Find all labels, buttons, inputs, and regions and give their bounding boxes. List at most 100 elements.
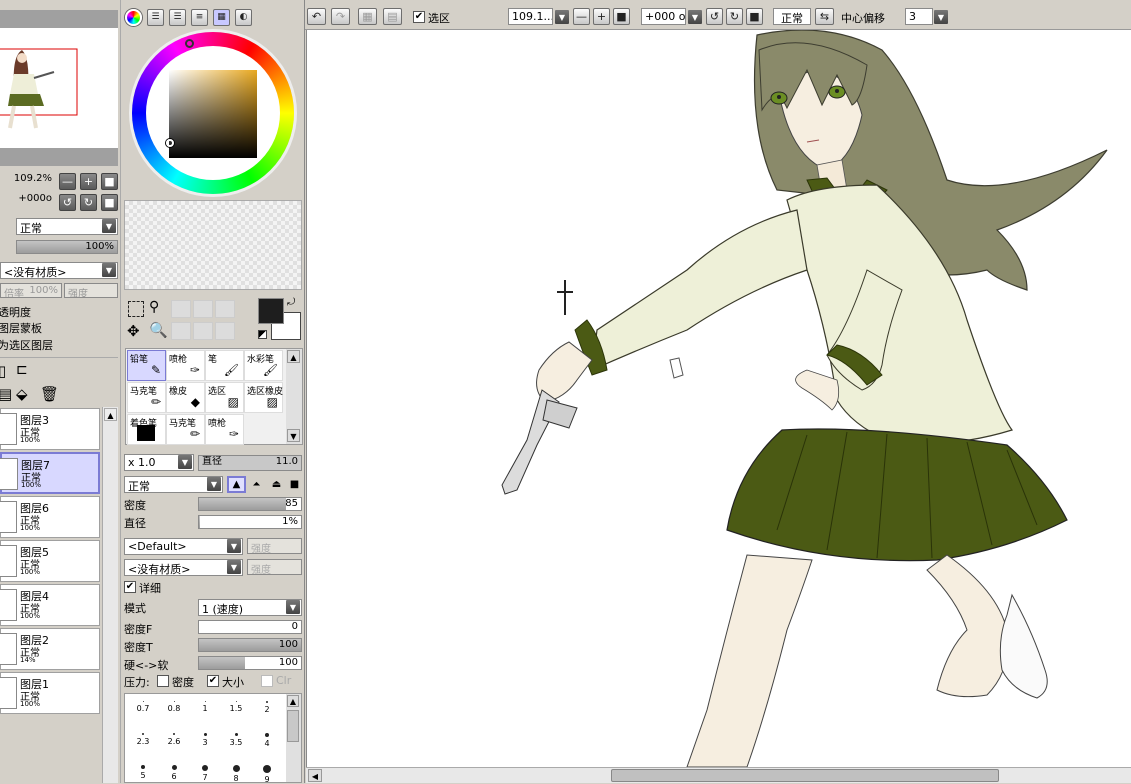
brush-shape-select[interactable]: <Default> (124, 538, 243, 555)
brush-size-item[interactable]: 8 (220, 762, 252, 784)
layer-item[interactable]: 图层7 正常 100% (0, 452, 100, 494)
texture-scale-field[interactable]: 倍率 100% (0, 283, 62, 298)
rect-select-icon[interactable] (128, 301, 144, 317)
color-wheel-mode-icon[interactable] (125, 9, 142, 26)
brush-texture-select[interactable]: <没有材质> (124, 559, 243, 576)
tool-brush[interactable]: 笔 🖌 (205, 350, 244, 381)
brush-size-scrollbar[interactable]: ▲ (286, 694, 301, 782)
zoom-field[interactable]: 109.1... (508, 8, 553, 25)
diameter-slider[interactable]: 直径 11.0 (198, 455, 302, 471)
scroll-up-icon[interactable]: ▲ (287, 695, 299, 707)
view-mode-field[interactable]: 正常 (773, 8, 811, 25)
mixer-mode-icon[interactable]: ≡ (191, 9, 208, 26)
nav-rotate-slider[interactable]: +000o (0, 193, 55, 207)
zoom-tool-icon[interactable]: 🔍 (149, 321, 168, 339)
tool-marker-2[interactable]: 马克笔 ✏ (166, 414, 205, 445)
layer-texture-dropdown-icon[interactable]: ▼ (102, 263, 116, 277)
tool-select-pen[interactable]: 选区 ▨ (205, 382, 244, 413)
nav-rotate-right-button[interactable]: ↻ (80, 194, 97, 211)
brush-size-item[interactable]: 2.6 (158, 730, 190, 752)
brush-shape-dropdown-icon[interactable]: ▼ (227, 539, 241, 553)
tool-airbrush-2[interactable]: 喷枪 ✑ (205, 414, 244, 445)
brush-size-item[interactable]: 9 (251, 762, 283, 784)
brush-size-item[interactable]: 7 (189, 762, 221, 784)
brush-size-item[interactable]: 4 (251, 730, 283, 752)
delete-layer-icon[interactable]: 🗑 (40, 385, 59, 403)
tool-watercolor[interactable]: 水彩笔 🖌 (244, 350, 283, 381)
pressure-clr-checkbox[interactable] (261, 675, 273, 687)
tool-select-eraser[interactable]: 选区橡皮 ▨ (244, 382, 283, 413)
brush-blend-dropdown-icon[interactable]: ▼ (207, 477, 221, 491)
brush-size-item[interactable]: 5 (127, 762, 159, 784)
nav-zoom-reset-button[interactable]: ■ (101, 173, 118, 190)
navigator-preview[interactable] (0, 28, 118, 148)
deselect-button[interactable]: ▦ (358, 8, 377, 25)
brush-shape-sharp-icon[interactable]: ▲ (227, 476, 246, 493)
canvas-horizontal-scrollbar[interactable]: ◀ (306, 767, 1131, 783)
layer-texture-select[interactable]: <没有材质> (0, 262, 118, 279)
saturation-value-square[interactable] (169, 70, 257, 158)
pressure-density-checkbox[interactable] (157, 675, 169, 687)
magic-wand-icon[interactable]: ⚲ (149, 299, 159, 315)
nav-rotate-left-button[interactable]: ↺ (59, 194, 76, 211)
brush-shape-square-icon[interactable]: ■ (285, 476, 304, 493)
option-layer-mask[interactable]: 图层蒙板 (0, 320, 42, 336)
sv-marker-icon[interactable] (166, 139, 174, 147)
brush-size-item[interactable]: 3.5 (220, 730, 252, 752)
min-diameter-slider[interactable]: 1% (198, 515, 302, 529)
foreground-color-swatch[interactable] (258, 298, 284, 324)
mode-dropdown-icon[interactable]: ▼ (286, 600, 300, 614)
nav-zoom-out-button[interactable]: — (59, 173, 76, 190)
rotate-field[interactable]: +000 o (641, 8, 686, 25)
default-colors-icon[interactable] (258, 330, 267, 339)
nav-rotate-reset-button[interactable]: ■ (101, 194, 118, 211)
brush-size-item[interactable]: 0.7 (127, 698, 159, 720)
brush-size-item[interactable]: 3 (189, 730, 221, 752)
nav-zoom-slider[interactable]: 109.2% (0, 173, 55, 187)
tool-eraser[interactable]: 橡皮 ◆ (166, 382, 205, 413)
brush-texture-strength[interactable]: 强度 (247, 559, 302, 575)
density-slider[interactable]: 85 (198, 497, 302, 511)
rotate-left-button[interactable]: ↺ (706, 8, 723, 25)
move-icon[interactable]: ✥ (127, 322, 140, 340)
brush-size-item[interactable]: 1 (189, 698, 221, 720)
scroll-thumb[interactable] (287, 710, 299, 742)
texture-strength-field[interactable]: 强度 (64, 283, 118, 298)
brush-shape-round-icon[interactable]: ⏶ (247, 476, 266, 493)
layer-item[interactable]: 图层6 正常 100% (0, 496, 100, 538)
rotate-reset-button[interactable]: ■ (746, 8, 763, 25)
brush-texture-dropdown-icon[interactable]: ▼ (227, 560, 241, 574)
scroll-up-icon[interactable]: ▲ (104, 408, 117, 421)
brush-size-item[interactable]: 0.8 (158, 698, 190, 720)
new-layer-icon[interactable]: ▯ (0, 362, 6, 380)
zoom-out-button[interactable]: — (573, 8, 590, 25)
canvas-area[interactable] (306, 30, 1131, 767)
layer-item[interactable]: 图层1 正常 100% (0, 672, 100, 714)
layer-item[interactable]: 图层3 正常 100% (0, 408, 100, 450)
zoom-reset-button[interactable]: ■ (613, 8, 630, 25)
swatch-mode-icon[interactable]: ▦ (213, 9, 230, 26)
option-selection-layer[interactable]: 为选区图层 (0, 337, 53, 353)
brush-size-item[interactable]: 1.5 (220, 698, 252, 720)
detail-checkbox[interactable]: ✔ (124, 581, 136, 593)
size-multiplier-dropdown-icon[interactable]: ▼ (178, 455, 192, 469)
brush-shape-flat-icon[interactable]: ⏏ (267, 476, 286, 493)
brush-size-item[interactable]: 6 (158, 762, 190, 784)
redo-button[interactable]: ↷ (331, 8, 350, 25)
pressure-size-checkbox[interactable]: ✔ (207, 675, 219, 687)
flip-button[interactable]: ⇆ (815, 8, 834, 25)
tool-pencil[interactable]: 铅笔 ✎ (127, 350, 166, 381)
tool-grid-scrollbar[interactable]: ▲ ▼ (286, 349, 302, 444)
layer-list-scrollbar[interactable]: ▲ (102, 407, 118, 783)
scroll-up-icon[interactable]: ▲ (287, 350, 300, 363)
zoom-dropdown-icon[interactable]: ▼ (555, 10, 569, 24)
brush-size-item[interactable]: 2 (251, 698, 283, 720)
layer-item[interactable]: 图层2 正常 14% (0, 628, 100, 670)
scroll-thumb[interactable] (611, 769, 999, 782)
merge-layer-icon[interactable]: ▤ (0, 385, 12, 403)
clear-layer-icon[interactable]: ⬙ (16, 385, 28, 403)
tool-airbrush[interactable]: 喷枪 ✑ (166, 350, 205, 381)
layer-item[interactable]: 图层4 正常 100% (0, 584, 100, 626)
center-offset-dropdown-icon[interactable]: ▼ (934, 10, 948, 24)
density-t-slider[interactable]: 100 (198, 638, 302, 652)
